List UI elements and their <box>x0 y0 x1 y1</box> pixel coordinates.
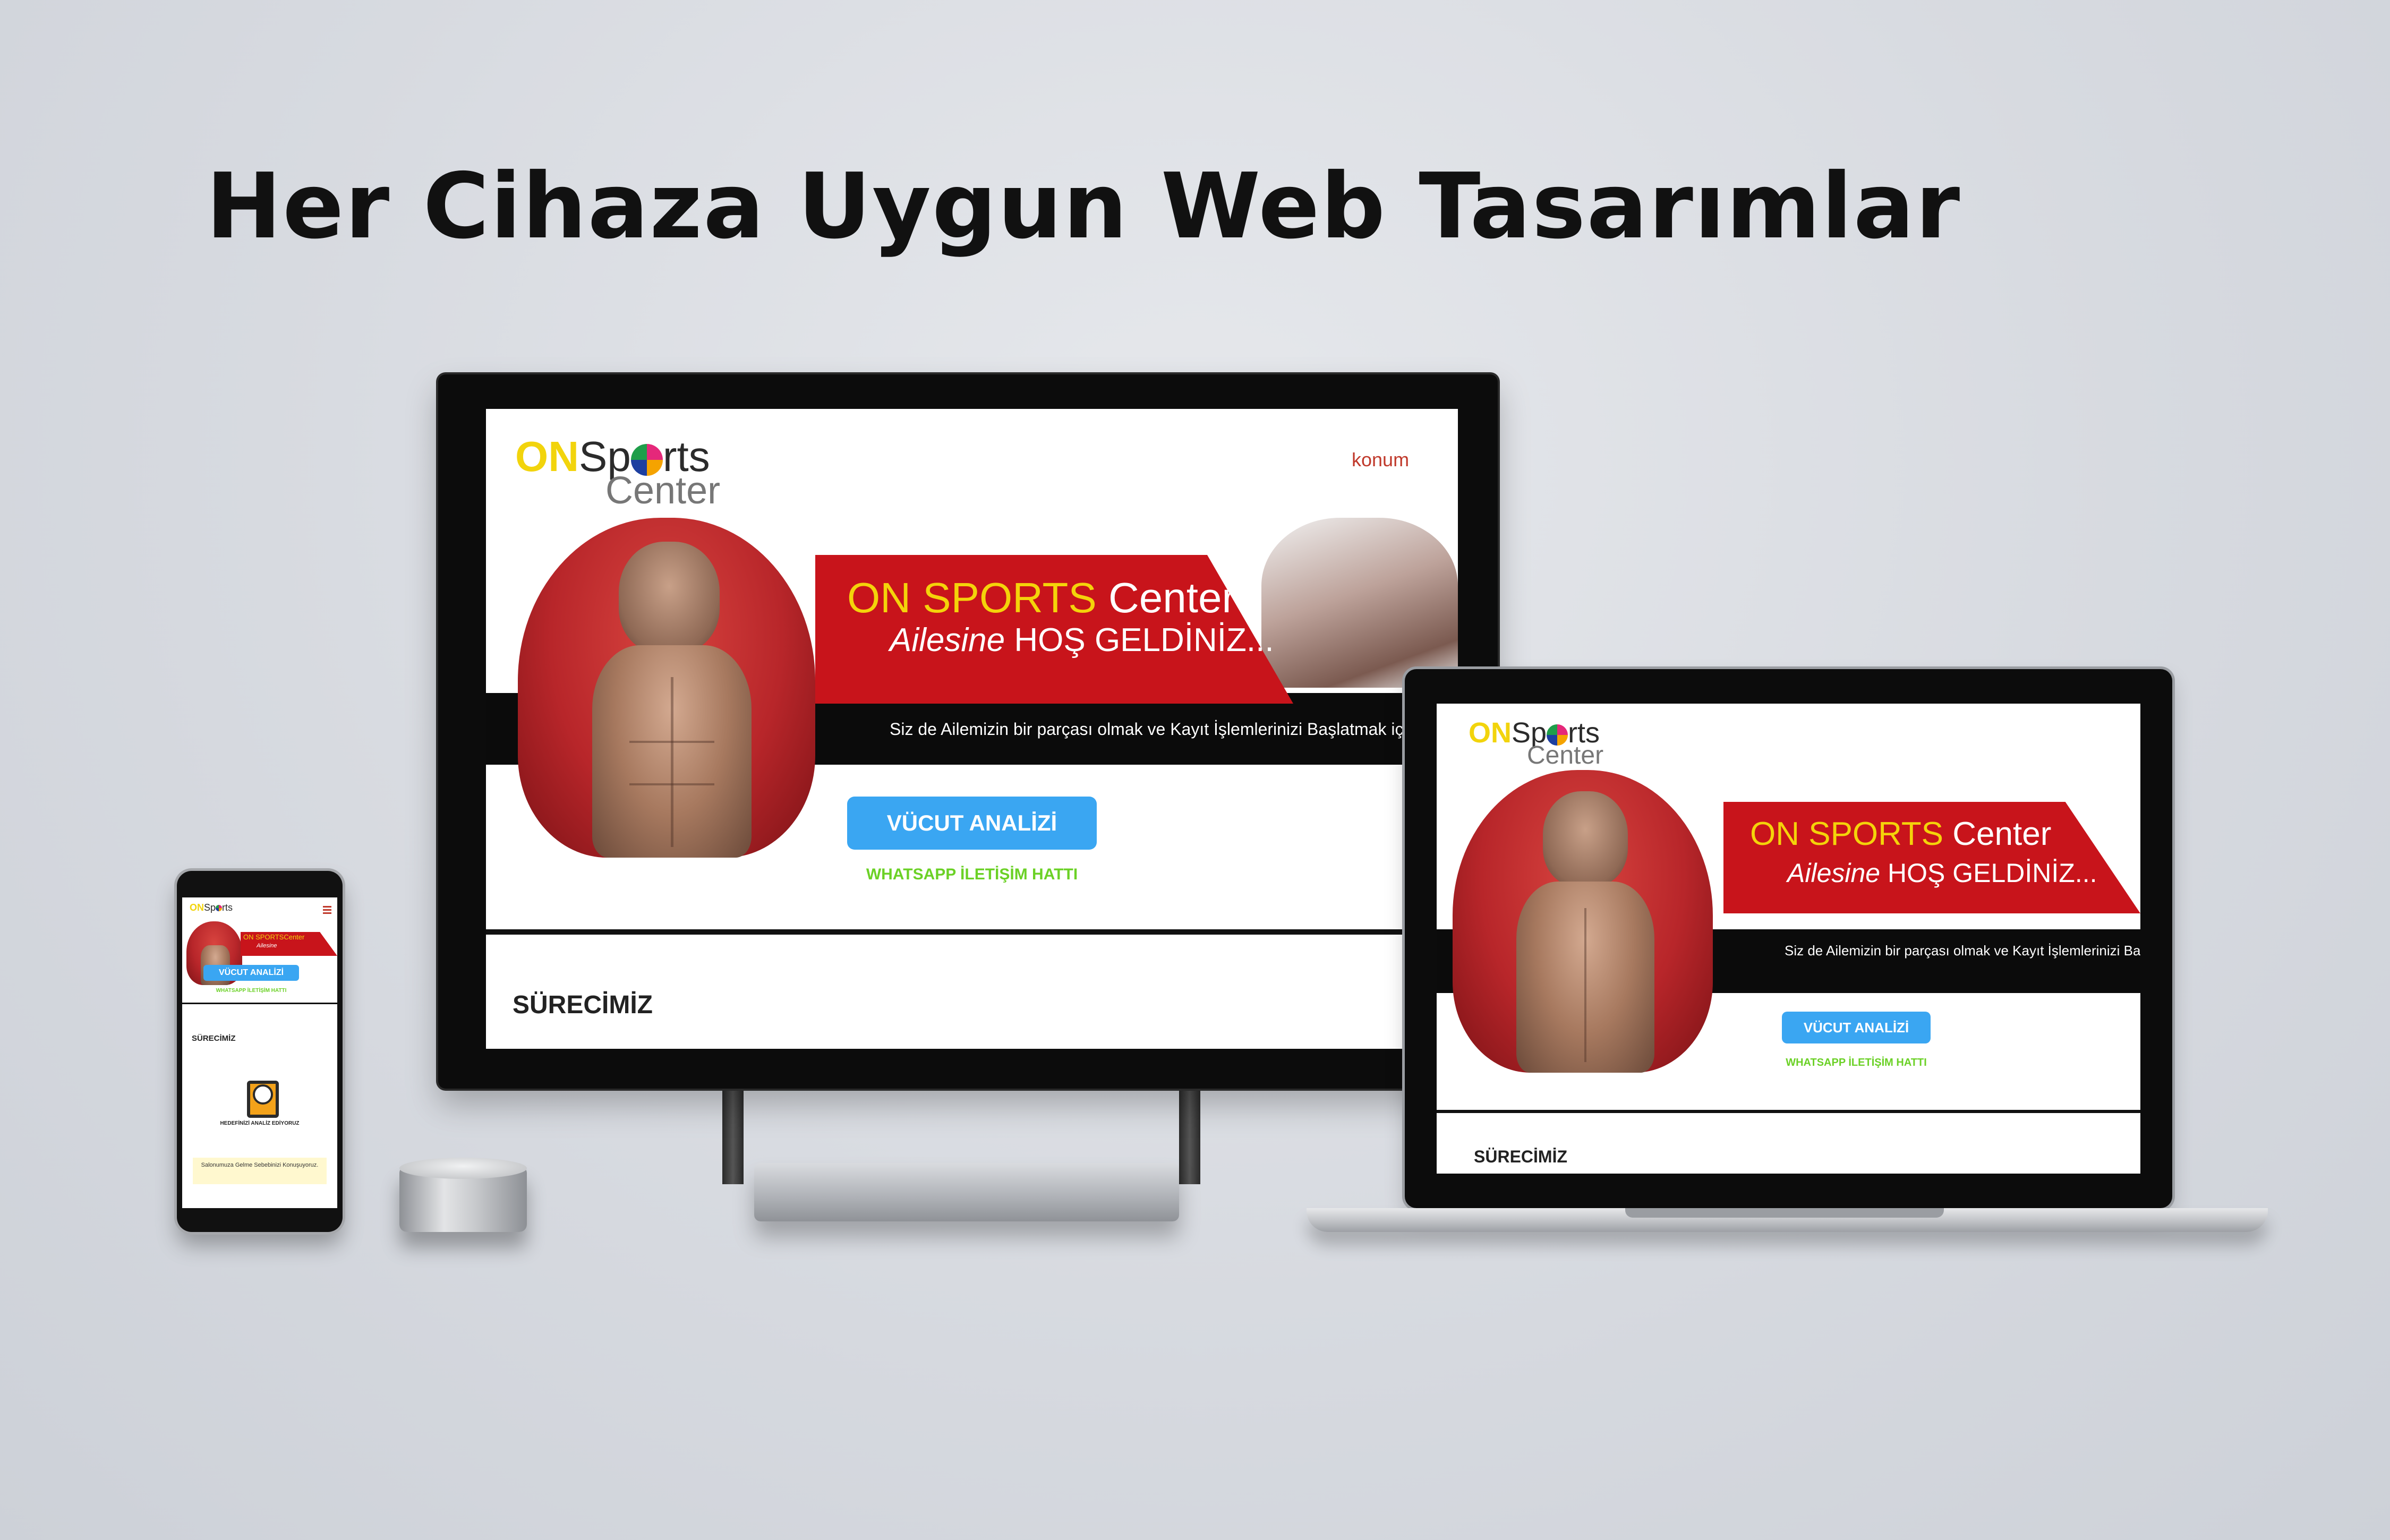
banner-title: ON SPORTS Center <box>847 574 1236 621</box>
ball-icon <box>216 905 223 912</box>
smart-speaker-top <box>399 1158 527 1179</box>
section-divider <box>486 929 1458 935</box>
site-logo-phone[interactable]: ONSp rts <box>190 903 233 912</box>
body-analysis-button[interactable]: VÜCUT ANALİZİ <box>847 797 1097 850</box>
banner-title-phone: ON SPORTSCenter <box>243 933 305 941</box>
menu-icon[interactable] <box>323 906 331 916</box>
smartphone: ONSp rts ON SPORTSCenter Ailesine VÜCUT A… <box>177 871 343 1232</box>
step-text-box-phone: Salonumuza Gelme Sebebinizi Konuşuyoruz. <box>193 1158 327 1184</box>
monitor-stand-arm <box>722 1078 744 1184</box>
whatsapp-link[interactable]: WHATSAPP İLETİŞİM HATTI <box>847 866 1097 884</box>
hero-band-text-laptop: Siz de Ailemizin bir parçası olmak ve Ka… <box>1785 943 2140 959</box>
hero-section: ON SPORTS Center Ailesine HOŞ GELDİNİZ..… <box>486 518 1458 911</box>
monitor-stand-arm-right <box>1179 1078 1200 1184</box>
site-header: ONSp rts Center konum <box>486 409 1458 520</box>
phone-screen: ONSp rts ON SPORTSCenter Ailesine VÜCUT A… <box>182 897 337 1208</box>
banner-subtitle-phone: Ailesine <box>257 943 277 949</box>
step-title-phone: HEDEFİNİZİ ANALİZ EDİYORUZ <box>220 1120 300 1126</box>
monitor-base <box>754 1163 1179 1221</box>
hero-section-laptop: ON SPORTS Center Ailesine HOŞ GELDİNİZ..… <box>1437 770 2140 1073</box>
body-analysis-button-phone[interactable]: VÜCUT ANALİZİ <box>203 965 299 981</box>
hero-section-phone: ON SPORTSCenter Ailesine VÜCUT ANALİZİ <box>182 921 337 985</box>
nav-link-location[interactable]: konum <box>1352 449 1409 471</box>
site-header-laptop: ONSp rts Center <box>1437 704 2140 770</box>
banner-subtitle: Ailesine HOŞ GELDİNİZ... <box>890 622 1274 658</box>
page-headline: Her Cihaza Uygun Web Tasarımlar <box>206 154 1961 259</box>
banner-subtitle-laptop: Ailesine HOŞ GELDİNİZ... <box>1787 858 2097 888</box>
process-section-title-laptop: SÜRECİMİZ <box>1474 1147 1567 1166</box>
body-analysis-button-laptop[interactable]: VÜCUT ANALİZİ <box>1782 1012 1931 1043</box>
desktop-screen: ONSp rts Center konum ON SPORTS Center A… <box>486 409 1458 1049</box>
laptop-notch <box>1625 1208 1944 1218</box>
whatsapp-link-phone[interactable]: WHATSAPP İLETİŞİM HATTI <box>203 988 299 994</box>
hero-woman-image <box>1261 518 1458 688</box>
whatsapp-link-laptop[interactable]: WHATSAPP İLETİŞİM HATTI <box>1782 1057 1931 1069</box>
process-section-title-phone: SÜRECİMİZ <box>192 1034 236 1043</box>
analyze-icon <box>247 1081 279 1118</box>
desktop-monitor: ONSp rts Center konum ON SPORTS Center A… <box>438 374 1498 1089</box>
laptop: ONSp rts Center ON SPORTS Center Ailesine… <box>1405 669 2172 1208</box>
site-logo[interactable]: ONSp rts Center <box>515 435 720 510</box>
hero-athlete-image-laptop <box>1437 770 1734 1073</box>
banner-title-laptop: ON SPORTS Center <box>1750 816 2052 852</box>
hero-band-text: Siz de Ailemizin bir parçası olmak ve Ka… <box>890 720 1417 739</box>
site-logo-laptop[interactable]: ONSp rts Center <box>1469 718 1603 768</box>
process-section-title: SÜRECİMİZ <box>513 991 653 1019</box>
hero-athlete-image <box>486 518 858 858</box>
laptop-screen: ONSp rts Center ON SPORTS Center Ailesine… <box>1437 704 2140 1174</box>
